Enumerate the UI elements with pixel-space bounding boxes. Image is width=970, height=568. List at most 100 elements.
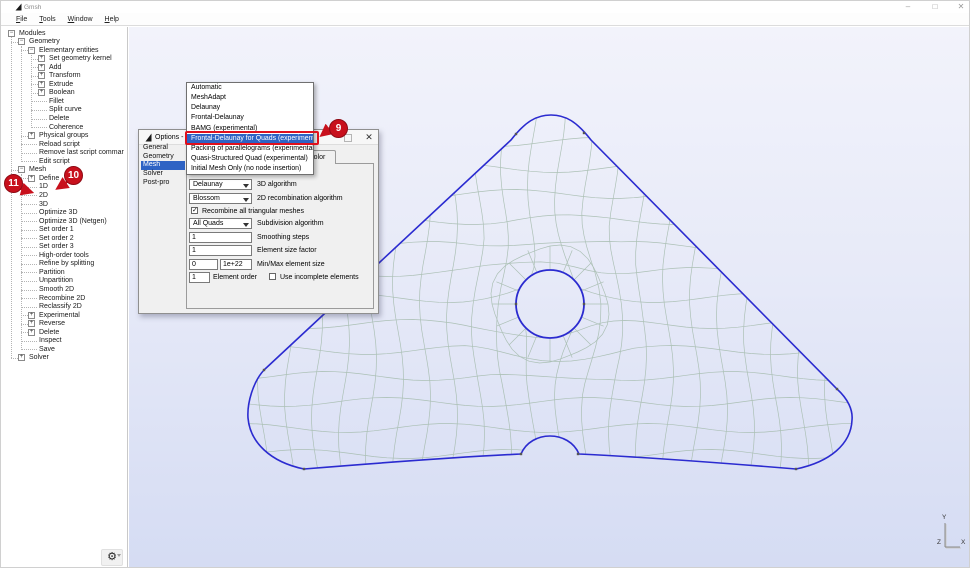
tree-item-add[interactable]: +Add bbox=[1, 63, 128, 72]
options-nav-geometry[interactable]: Geometry bbox=[141, 153, 185, 162]
tree-item-save[interactable]: Save bbox=[1, 345, 128, 354]
tree-item-set-order-3[interactable]: Set order 3 bbox=[1, 243, 128, 252]
tree-item-split-curve[interactable]: Split curve bbox=[1, 106, 128, 115]
tree-item-inspect[interactable]: Inspect bbox=[1, 337, 128, 346]
tree-item-boolean[interactable]: + Boolean bbox=[1, 89, 128, 98]
tree-item-reverse[interactable]: +Reverse bbox=[1, 320, 128, 329]
tree-toggle-expand[interactable]: + bbox=[28, 132, 35, 139]
tree-toggle-expand[interactable]: + bbox=[38, 64, 45, 71]
tree-item-refine-by-splitting[interactable]: Refine by splitting bbox=[1, 260, 128, 269]
menu-file[interactable]: File bbox=[14, 15, 29, 24]
tree-item-modules[interactable]: −Modules bbox=[1, 29, 128, 38]
algorithm-3d-select[interactable]: Delaunay bbox=[189, 179, 252, 190]
tree-item-partition[interactable]: Partition bbox=[1, 268, 128, 277]
dropdown-item-quasi-structured-quad-experimental[interactable]: Quasi-Structured Quad (experimental) bbox=[187, 154, 313, 164]
menu-tools[interactable]: Tools bbox=[37, 15, 57, 24]
tree-item-unpartition[interactable]: Unpartition bbox=[1, 277, 128, 286]
tree-item-label: Refine by splitting bbox=[39, 260, 94, 267]
tree-item-3d[interactable]: 3D bbox=[1, 200, 128, 209]
tree-toggle-expand[interactable]: + bbox=[18, 354, 25, 361]
tree-item-optimize-3d-netgen[interactable]: Optimize 3D (Netgen) bbox=[1, 217, 128, 226]
recombination-select[interactable]: Blossom bbox=[189, 193, 252, 204]
tree-toggle-collapse[interactable]: − bbox=[28, 47, 35, 54]
tree-item-label: Partition bbox=[39, 269, 65, 276]
tree-item-reclassify-2d[interactable]: Reclassify 2D bbox=[1, 303, 128, 312]
max-element-size-input[interactable] bbox=[220, 259, 252, 270]
dropdown-item-automatic[interactable]: Automatic bbox=[187, 83, 313, 93]
tree-item-fillet[interactable]: Fillet bbox=[1, 97, 128, 106]
options-nav-mesh[interactable]: Mesh bbox=[141, 161, 185, 170]
subdivision-select[interactable]: All Quads bbox=[189, 218, 252, 229]
tree-item-label: High-order tools bbox=[39, 252, 89, 259]
dialog-close-button[interactable]: ✕ bbox=[363, 131, 375, 143]
tree-item-2d[interactable]: 2D bbox=[1, 191, 128, 200]
gear-button[interactable]: ⚙ bbox=[101, 549, 123, 566]
smoothing-steps-input[interactable] bbox=[189, 232, 252, 243]
tree-item-label: Set geometry kernel bbox=[49, 55, 112, 62]
title-bar[interactable]: Gmsh – □ ✕ bbox=[1, 1, 969, 13]
tree-toggle-collapse[interactable]: − bbox=[18, 38, 25, 45]
tree-connector bbox=[11, 42, 18, 43]
tree-toggle-expand[interactable]: + bbox=[38, 72, 45, 79]
tree-item-delete[interactable]: +Delete bbox=[1, 328, 128, 337]
tree-item-experimental[interactable]: +Experimental bbox=[1, 311, 128, 320]
recombine-all-checkbox[interactable]: ✓ bbox=[191, 207, 198, 214]
tree-item-solver[interactable]: +Solver bbox=[1, 354, 128, 363]
tree-item-remove-last-script-commar[interactable]: Remove last script commar bbox=[1, 149, 128, 158]
options-nav-solver[interactable]: Solver bbox=[141, 170, 185, 179]
tree-item-geometry[interactable]: −Geometry bbox=[1, 38, 128, 47]
menu-window[interactable]: Window bbox=[66, 15, 95, 24]
tree-toggle-expand[interactable]: + bbox=[28, 329, 35, 336]
tree-item-recombine-2d[interactable]: Recombine 2D bbox=[1, 294, 128, 303]
tree-item-high-order-tools[interactable]: High-order tools bbox=[1, 251, 128, 260]
options-nav-general[interactable]: General bbox=[141, 144, 185, 153]
dropdown-item-initial-mesh-only-no-node-insertion[interactable]: Initial Mesh Only (no node insertion) bbox=[187, 164, 313, 174]
dropdown-item-delaunay[interactable]: Delaunay bbox=[187, 103, 313, 113]
tree-toggle-collapse[interactable]: − bbox=[18, 166, 25, 173]
tree-item-delete[interactable]: Delete bbox=[1, 115, 128, 124]
tree-item-transform[interactable]: +Transform bbox=[1, 72, 128, 81]
incomplete-elements-label: Use incomplete elements bbox=[280, 274, 359, 281]
tree-item-extrude[interactable]: +Extrude bbox=[1, 80, 128, 89]
element-size-factor-input[interactable] bbox=[189, 245, 252, 256]
tree-item-set-order-2[interactable]: Set order 2 bbox=[1, 234, 128, 243]
tree-item-smooth-2d[interactable]: Smooth 2D bbox=[1, 286, 128, 295]
tree-item-coherence[interactable]: Coherence bbox=[1, 123, 128, 132]
incomplete-elements-checkbox[interactable] bbox=[269, 273, 276, 280]
tree-connector bbox=[21, 187, 37, 188]
options-nav-post-pro[interactable]: Post-pro bbox=[141, 179, 185, 188]
annotation-badge-11: 11 bbox=[4, 174, 23, 193]
tree-toggle-expand[interactable]: + bbox=[38, 89, 45, 96]
tree-item-reload-script[interactable]: Reload script bbox=[1, 140, 128, 149]
element-order-label: Element order bbox=[213, 274, 257, 281]
minimize-button[interactable]: – bbox=[899, 2, 917, 12]
tree-item-edit-script[interactable]: Edit script bbox=[1, 157, 128, 166]
dropdown-item-meshadapt[interactable]: MeshAdapt bbox=[187, 93, 313, 103]
tree-toggle-expand[interactable]: + bbox=[28, 320, 35, 327]
maximize-button[interactable]: □ bbox=[926, 2, 944, 12]
tree-item-optimize-3d[interactable]: Optimize 3D bbox=[1, 209, 128, 218]
tree-item-set-geometry-kernel[interactable]: + Set geometry kernel bbox=[1, 55, 128, 64]
menu-help[interactable]: Help bbox=[103, 15, 121, 24]
tree-item-label: Boolean bbox=[49, 89, 75, 96]
tree-item-label: Inspect bbox=[39, 337, 62, 344]
chevron-down-icon bbox=[243, 198, 249, 202]
window-title: Gmsh bbox=[24, 4, 41, 11]
tree-toggle-collapse[interactable]: − bbox=[8, 30, 15, 37]
chevron-down-icon bbox=[117, 554, 121, 557]
min-element-size-input[interactable] bbox=[189, 259, 218, 270]
dropdown-item-frontal-delaunay[interactable]: Frontal-Delaunay bbox=[187, 113, 313, 123]
tree-toggle-expand[interactable]: + bbox=[28, 312, 35, 319]
tree-toggle-expand[interactable]: + bbox=[38, 55, 45, 62]
tree-item-elementary-entities[interactable]: −Elementary entities bbox=[1, 46, 128, 55]
dropdown-item-packing-of-parallelograms-experimental[interactable]: Packing of parallelograms (experimental) bbox=[187, 144, 313, 154]
close-button[interactable]: ✕ bbox=[952, 2, 970, 12]
tree-toggle-expand[interactable]: + bbox=[38, 81, 45, 88]
tree-item-label: Geometry bbox=[29, 38, 60, 45]
tree-toggle-expand[interactable]: + bbox=[28, 175, 35, 182]
tree-item-set-order-1[interactable]: Set order 1 bbox=[1, 226, 128, 235]
tree-connector bbox=[21, 195, 37, 196]
tree-item-physical-groups[interactable]: +Physical groups bbox=[1, 132, 128, 141]
tree-item-label: Split curve bbox=[49, 106, 82, 113]
element-order-input[interactable] bbox=[189, 272, 210, 283]
